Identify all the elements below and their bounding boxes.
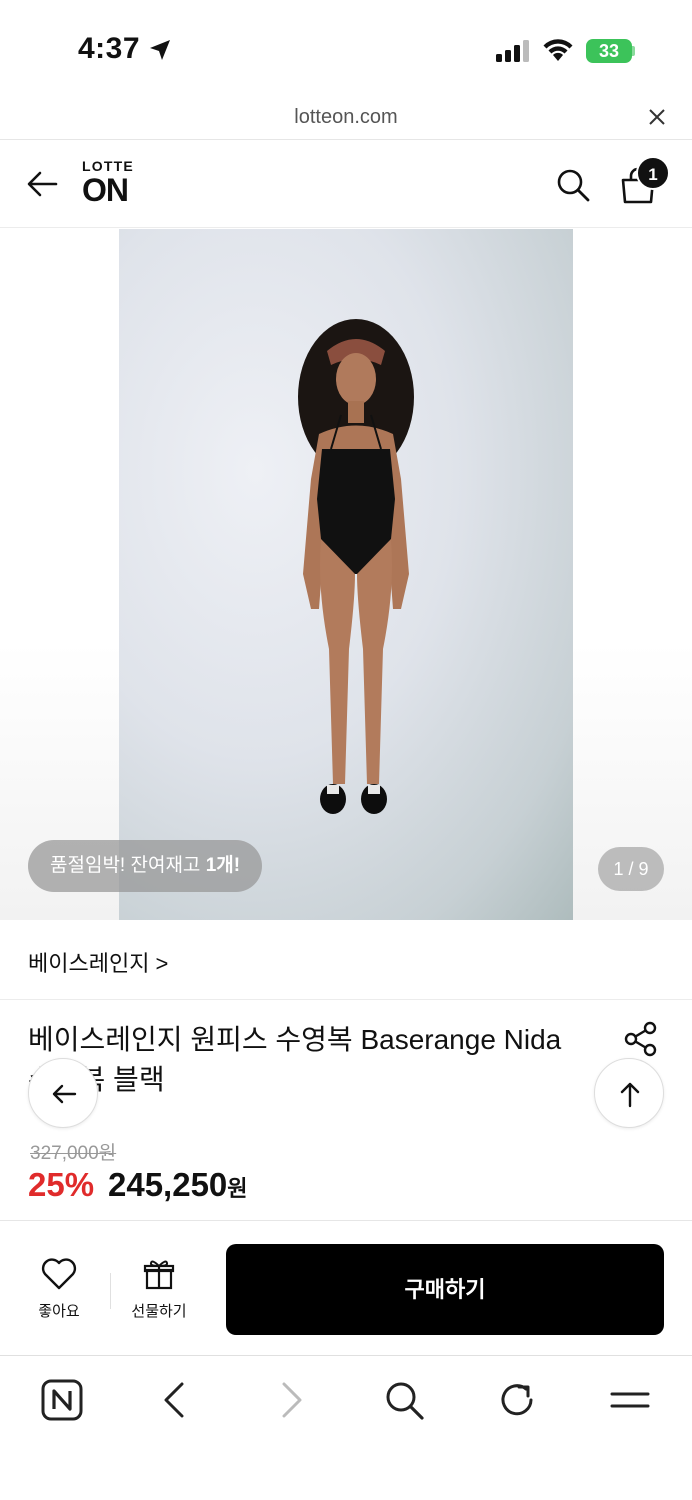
heart-icon xyxy=(41,1258,77,1290)
battery-level: 33 xyxy=(598,41,620,61)
battery-cap xyxy=(632,46,635,56)
status-bar: 4:37 33 xyxy=(0,0,692,96)
like-label: 좋아요 xyxy=(38,1303,80,1320)
product-gallery[interactable]: 품절임박! 잔여재고 1개! 1 / 9 xyxy=(0,229,692,920)
wifi-icon xyxy=(543,39,573,61)
product-photo[interactable] xyxy=(119,229,573,920)
browser-toolbar xyxy=(0,1356,692,1500)
divider xyxy=(110,1273,111,1309)
status-time: 4:37 xyxy=(78,32,141,65)
gift-icon xyxy=(143,1260,175,1290)
url-bar: lotteon.com xyxy=(0,96,692,140)
brand-link[interactable]: 베이스레인지 > xyxy=(28,946,168,978)
stock-warning-count: 1개! xyxy=(205,855,241,876)
stock-warning-text: 품절임박! 잔여재고 xyxy=(50,855,206,876)
original-price: 327,000원 xyxy=(30,1143,117,1164)
close-icon[interactable] xyxy=(646,106,668,128)
brand-row: 베이스레인지 > xyxy=(0,920,692,1000)
gift-button[interactable]: 선물하기 xyxy=(120,1257,198,1323)
reload-icon[interactable] xyxy=(495,1378,539,1422)
share-icon[interactable] xyxy=(622,1020,660,1058)
browser-back-icon[interactable] xyxy=(154,1378,198,1422)
sale-price: 245,250원 xyxy=(108,1166,248,1204)
cart-count-badge[interactable]: 1 xyxy=(636,156,670,190)
naver-icon[interactable] xyxy=(40,1378,84,1422)
search-icon[interactable] xyxy=(554,166,592,204)
scroll-to-top-button[interactable] xyxy=(594,1058,664,1128)
arrow-up-icon xyxy=(620,1082,640,1108)
cellular-signal-icon xyxy=(496,40,529,62)
purchase-bar: 좋아요 선물하기 구매하기 xyxy=(0,1220,692,1356)
stock-warning-badge: 품절임박! 잔여재고 1개! xyxy=(28,840,263,892)
site-header: LOTTE ON xyxy=(0,140,692,228)
menu-icon[interactable] xyxy=(608,1378,652,1422)
purchase-button[interactable]: 구매하기 xyxy=(226,1244,664,1335)
model-figure-image xyxy=(298,319,414,814)
lotte-on-logo[interactable]: LOTTE ON xyxy=(82,158,152,206)
back-arrow-icon[interactable] xyxy=(24,166,60,202)
battery-indicator: 33 xyxy=(586,39,632,63)
back-arrow-icon xyxy=(52,1084,77,1104)
image-page-indicator: 1 / 9 xyxy=(598,847,664,891)
floating-back-button[interactable] xyxy=(28,1058,98,1128)
sale-price-value: 245,250 xyxy=(108,1166,228,1203)
url-text[interactable]: lotteon.com xyxy=(0,106,692,129)
sale-price-unit: 원 xyxy=(227,1176,248,1201)
browser-forward-icon[interactable] xyxy=(268,1378,312,1422)
like-button[interactable]: 좋아요 xyxy=(26,1257,92,1323)
location-arrow-icon xyxy=(150,40,170,60)
search-icon[interactable] xyxy=(382,1378,426,1422)
discount-rate: 25% xyxy=(28,1166,95,1203)
product-title: 베이스레인지 원피스 수영복 Baserange Nida 수영복 블랙 xyxy=(28,1024,562,1095)
logo-bottom-text: ON xyxy=(82,172,129,208)
gift-label: 선물하기 xyxy=(131,1303,187,1320)
